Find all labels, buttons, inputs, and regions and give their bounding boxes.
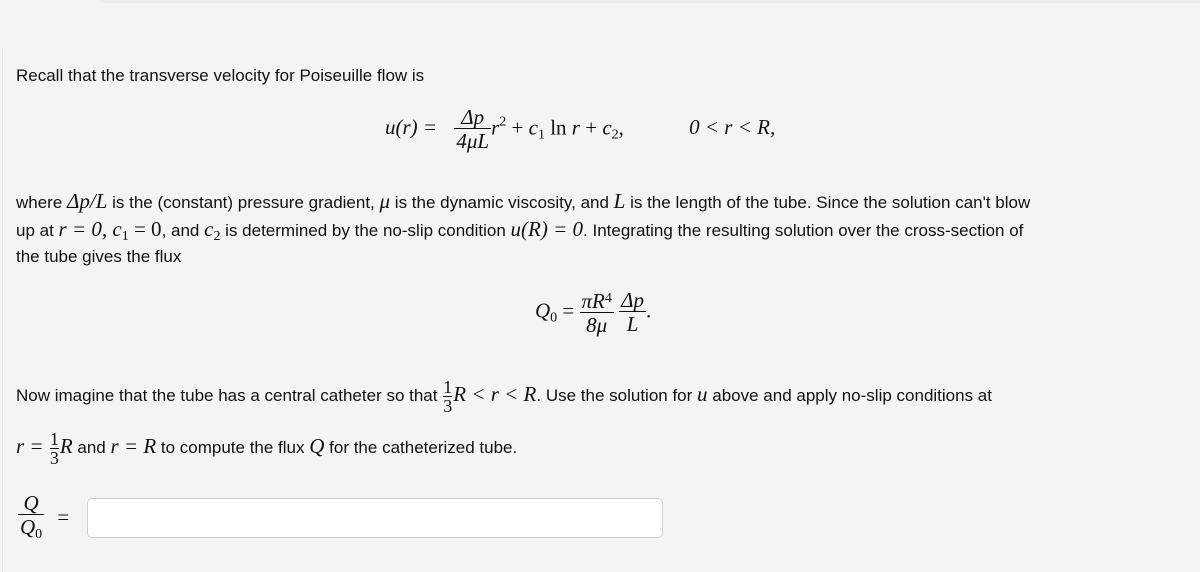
flux-frac1-den: 8μ — [579, 312, 614, 337]
math-r-eq: r = — [16, 434, 49, 458]
comma: , — [618, 115, 624, 140]
flux-equation: Q0 = πR4 8μ Δp L . — [535, 288, 651, 337]
math-Q: Q — [309, 434, 325, 458]
text: for the catheterized tube. — [324, 438, 518, 457]
Q: Q — [20, 515, 36, 539]
velocity-r2: r — [571, 115, 580, 140]
text: is the dynamic viscosity, and — [390, 193, 614, 212]
text: . Use the solution for — [536, 386, 698, 405]
math-u-R-eq-0: u(R) = 0 — [510, 217, 584, 241]
velocity-lhs: u(r) = — [385, 115, 438, 140]
equals: = — [57, 505, 70, 530]
period: . — [645, 298, 652, 323]
velocity-domain: 0 < r < R, — [689, 115, 776, 140]
math-r-eq-R: r = R — [110, 434, 157, 458]
math-eq-0: = 0 — [128, 217, 162, 241]
velocity-frac-num: Δp — [461, 105, 485, 129]
flux-frac1: πR4 8μ — [579, 288, 614, 337]
top-border — [100, 0, 1200, 3]
equals: = — [557, 298, 580, 323]
intro-text: Recall that the transverse velocity for … — [16, 66, 425, 85]
text: is the (constant) pressure gradient, — [107, 193, 380, 212]
flux-frac2-den: L — [619, 311, 646, 336]
paragraph3-line2: r = 13R and r = R to compute the flux Q … — [16, 424, 517, 470]
c2-sub: 2 — [611, 127, 619, 143]
frac-den: 3 — [443, 395, 453, 416]
text: is determined by the no-slip condition — [220, 221, 511, 240]
paragraph3-line1: Now imagine that the tube has a central … — [16, 372, 992, 418]
math-R: R — [59, 434, 73, 458]
frac-num: 1 — [49, 428, 59, 449]
one-third-fraction: 13 — [443, 376, 453, 416]
frac-den: 3 — [49, 447, 59, 468]
text: , and — [161, 221, 205, 240]
math-c1: c — [112, 217, 122, 241]
answer-label: Q Q0 = — [18, 492, 69, 547]
paragraph2-line3: the tube gives the flux — [16, 247, 182, 266]
text: to compute the flux — [156, 438, 310, 457]
c1-sub: 1 — [537, 127, 545, 143]
velocity-frac-den: 4μL — [454, 128, 492, 153]
paragraph2-line1: where Δp/L is the (constant) pressure gr… — [16, 187, 1030, 217]
question-panel: Recall that the transverse velocity for … — [0, 4, 1200, 572]
plus-sign-2: + — [579, 115, 603, 140]
text: and — [72, 438, 111, 457]
flux-frac2: Δp L — [619, 289, 646, 336]
text: is the length of the tube. Since the sol… — [625, 193, 1031, 212]
math-dp-over-L: Δp/L — [67, 189, 108, 213]
math-c1-sub: 1 — [121, 229, 129, 244]
velocity-fraction: Δp 4μL — [454, 105, 492, 153]
flux-frac1-num: πR4 — [580, 288, 614, 312]
Q-over-Q0-fraction: Q Q0 — [18, 491, 45, 547]
plus-sign: + — [506, 115, 529, 140]
Q-sub: 0 — [35, 527, 43, 542]
answer-input[interactable] — [87, 498, 663, 538]
ln: ln — [544, 115, 572, 140]
flux-Q: Q — [535, 298, 551, 323]
math-L: L — [613, 189, 626, 213]
text: Now imagine that the tube has a central … — [16, 386, 443, 405]
one-third-fraction-2: 13 — [49, 428, 59, 468]
text: above and apply no-slip conditions at — [707, 386, 992, 405]
text: where — [16, 193, 68, 212]
flux-frac2-num: Δp — [621, 288, 644, 312]
frac-num: 1 — [443, 376, 453, 397]
text: . Integrating the resulting solution ove… — [583, 221, 1024, 240]
answer-num: Q — [23, 491, 39, 515]
math-inequality: R < r < R — [453, 382, 537, 406]
pi-R: πR — [581, 289, 605, 313]
answer-den: Q0 — [18, 514, 45, 547]
math-mu: μ — [379, 189, 391, 213]
math-u: u — [697, 382, 708, 406]
c2: c — [602, 115, 612, 140]
exp-4: 4 — [604, 291, 612, 306]
c1: c — [528, 115, 538, 140]
velocity-equation: u(r) = Δp 4μL r2 + c1 ln r + c2, 0 < r <… — [385, 106, 775, 153]
text: up at — [16, 221, 59, 240]
math-r-eq-0: r = 0, — [58, 217, 113, 241]
